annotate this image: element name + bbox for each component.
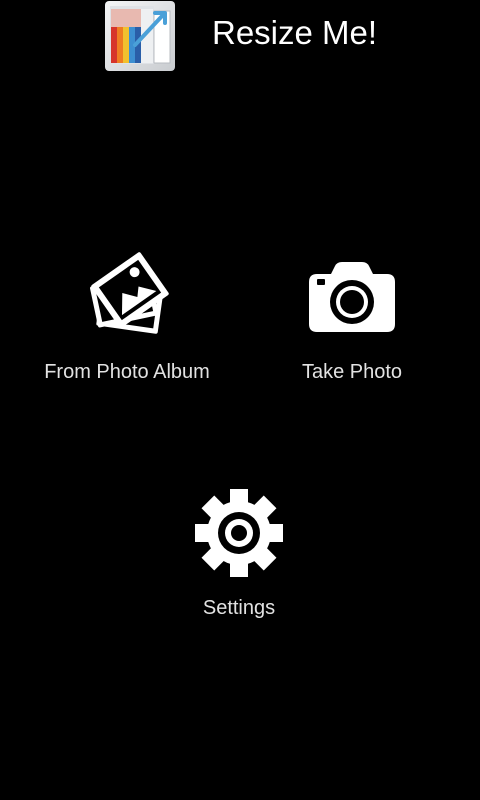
app-header: Resize Me! bbox=[0, 0, 480, 76]
take-photo-button[interactable]: Take Photo bbox=[272, 258, 432, 392]
gear-icon bbox=[194, 488, 284, 578]
photo-stack-icon bbox=[82, 252, 172, 344]
settings-button[interactable]: Settings bbox=[160, 486, 318, 626]
app-title: Resize Me! bbox=[212, 14, 378, 51]
take-photo-label: Take Photo bbox=[301, 361, 403, 383]
from-photo-album-label: From Photo Album bbox=[44, 361, 210, 383]
resize-me-app-icon bbox=[105, 1, 175, 71]
camera-icon bbox=[309, 262, 395, 332]
settings-label: Settings bbox=[202, 597, 276, 619]
from-photo-album-button[interactable]: From Photo Album bbox=[20, 252, 234, 392]
